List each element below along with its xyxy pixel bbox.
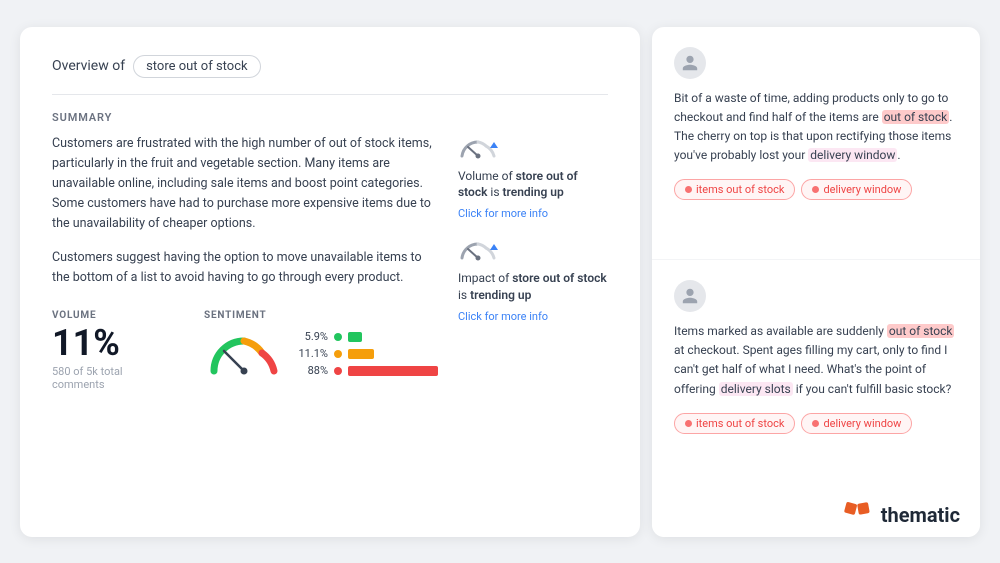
comments-area: Bit of a waste of time, adding products …	[652, 27, 980, 493]
right-panel: Bit of a waste of time, adding products …	[652, 27, 980, 537]
volume-value: 11%	[52, 325, 164, 361]
avatar-row-2	[674, 280, 958, 312]
main-content: Customers are frustrated with the high n…	[52, 134, 608, 509]
summary-label: SUMMARY	[52, 111, 608, 124]
summary-paragraph-2: Customers suggest having the option to m…	[52, 248, 438, 288]
avatar-row-1	[674, 47, 958, 79]
bar-pct-negative: 88%	[294, 364, 328, 377]
bar-fill-neutral	[348, 349, 374, 359]
tags-row-2: items out of stock delivery window	[674, 413, 958, 434]
thematic-logo-icon	[841, 499, 873, 531]
gauge-chart	[204, 329, 284, 379]
left-content: Customers are frustrated with the high n…	[52, 134, 438, 509]
volume-label: VOLUME	[52, 310, 164, 321]
thematic-logo-text: thematic	[881, 503, 960, 527]
bar-fill-negative	[348, 366, 438, 376]
logo-bar: thematic	[652, 493, 980, 537]
avatar-2	[674, 280, 706, 312]
thematic-logo: thematic	[841, 499, 960, 531]
user-icon-1	[681, 54, 699, 72]
topic-tag: store out of stock	[133, 55, 261, 78]
gauge-up-icon-volume	[458, 134, 502, 162]
tag-delivery-window-1: delivery window	[801, 179, 912, 200]
dot-positive	[334, 333, 342, 341]
volume-click-more[interactable]: Click for more info	[458, 207, 608, 220]
tag-items-out-of-stock-2: items out of stock	[674, 413, 795, 434]
dot-neutral	[334, 350, 342, 358]
volume-trending-text: Volume of store out of stock is trending…	[458, 168, 608, 202]
comment-card-1: Bit of a waste of time, adding products …	[652, 27, 980, 260]
comment-text-1: Bit of a waste of time, adding products …	[674, 89, 958, 166]
highlight-delivery-slots-2: delivery slots	[719, 382, 793, 396]
tag-delivery-window-2: delivery window	[801, 413, 912, 434]
bar-pct-neutral: 11.1%	[294, 347, 328, 360]
gauge-up-icon-impact	[458, 236, 502, 264]
user-icon-2	[681, 287, 699, 305]
sentiment-block: SENTIMENT	[204, 310, 438, 391]
left-panel: Overview of store out of stock SUMMARY C…	[20, 27, 640, 537]
summary-paragraph-1: Customers are frustrated with the high n…	[52, 134, 438, 234]
highlight-out-of-stock-2: out of stock	[887, 324, 955, 338]
volume-block: VOLUME 11% 580 of 5k total comments	[52, 310, 164, 391]
highlight-out-of-stock-1: out of stock	[882, 110, 950, 124]
dot-negative	[334, 367, 342, 375]
impact-trending-card: Impact of store out of stock is trending…	[458, 236, 608, 323]
tags-row-1: items out of stock delivery window	[674, 179, 958, 200]
bar-row-positive: 5.9%	[294, 330, 438, 343]
overview-header: Overview of store out of stock	[52, 55, 608, 95]
volume-sub: 580 of 5k total comments	[52, 365, 164, 391]
tag-dot-2a	[685, 420, 692, 427]
tag-items-out-of-stock-1: items out of stock	[674, 179, 795, 200]
bar-fill-positive	[348, 332, 362, 342]
tag-dot-1b	[812, 186, 819, 193]
overview-label: Overview of	[52, 58, 125, 74]
bar-pct-positive: 5.9%	[294, 330, 328, 343]
highlight-delivery-window-1: delivery window	[808, 148, 897, 162]
comment-card-2: Items marked as available are suddenly o…	[652, 259, 980, 493]
stats-row: VOLUME 11% 580 of 5k total comments SENT…	[52, 310, 438, 391]
tag-dot-2b	[812, 420, 819, 427]
bar-row-negative: 88%	[294, 364, 438, 377]
comment-text-2: Items marked as available are suddenly o…	[674, 322, 958, 399]
sentiment-bars: 5.9% 11.1%	[294, 330, 438, 377]
tag-dot-1a	[685, 186, 692, 193]
volume-trending-card: Volume of store out of stock is trending…	[458, 134, 608, 221]
impact-trending-text: Impact of store out of stock is trending…	[458, 270, 608, 304]
avatar-1	[674, 47, 706, 79]
volume-icon-row	[458, 134, 608, 162]
sentiment-label: SENTIMENT	[204, 310, 438, 321]
trending-cards: Volume of store out of stock is trending…	[458, 134, 608, 509]
bar-row-neutral: 11.1%	[294, 347, 438, 360]
impact-icon-row	[458, 236, 608, 264]
impact-click-more[interactable]: Click for more info	[458, 310, 608, 323]
